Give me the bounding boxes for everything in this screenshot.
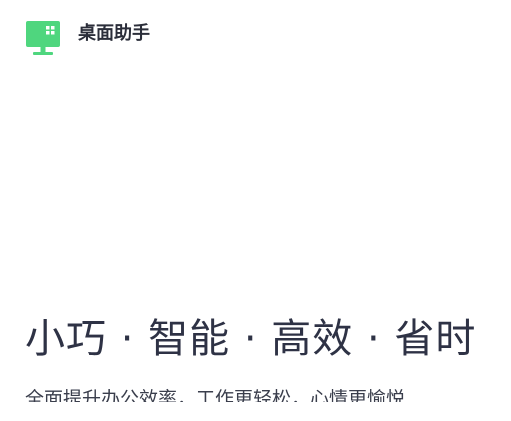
hero-tagline: 小巧 · 智能 · 高效 · 省时 bbox=[25, 316, 477, 362]
hero-subtitle-container: 全面提升办公效率，工作更轻松，心情更愉悦 bbox=[25, 386, 495, 403]
hero-subtitle: 全面提升办公效率，工作更轻松，心情更愉悦 bbox=[25, 388, 406, 403]
app-name: 桌面助手 bbox=[78, 23, 150, 44]
app-header: 桌面助手 bbox=[25, 20, 150, 58]
monitor-logo-icon bbox=[25, 21, 61, 57]
bottom-mask bbox=[0, 402, 511, 421]
